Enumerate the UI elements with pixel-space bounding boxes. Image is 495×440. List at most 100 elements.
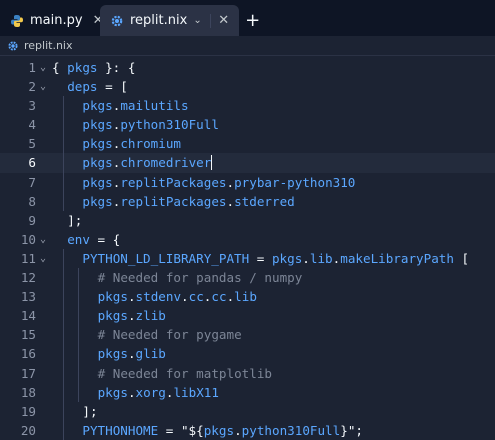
code-text: pkgs.zlib [98,306,166,325]
line-number: 9 [28,212,36,228]
line-number: 6 [28,155,36,171]
code-text: pkgs.xorg.libX11 [98,383,219,402]
close-icon[interactable]: ✕ [217,13,231,28]
token-attr: stderred [234,193,295,209]
code-text: pkgs.glib [98,344,166,363]
fold-chevron-icon[interactable]: ⌄ [38,77,48,96]
code-line[interactable]: 7 pkgs.replitPackages.prybar-python310 [0,172,495,192]
code-line[interactable]: 18 pkgs.xorg.libX11 [0,382,495,402]
indent-guide [62,96,64,116]
line-number: 14 [20,308,36,324]
code-text: PYTHON_LD_LIBRARY_PATH = pkgs.lib.makeLi… [82,249,469,268]
indent-guide [62,287,64,307]
token-punc: . [127,384,136,400]
indent-guide [77,306,79,326]
fold-chevron-icon[interactable]: ⌄ [38,58,48,77]
token-punc: . [234,422,242,438]
indent-guide [62,325,64,345]
chevron-down-icon[interactable]: ⌄ [193,15,201,26]
code-line[interactable]: 9]; [0,211,495,230]
indent-guide [62,344,64,364]
token-attr: zlib [135,308,166,324]
token-comment: # Needed for matplotlib [97,365,272,381]
indent-guide [62,420,64,440]
token-punc: . [181,289,189,305]
line-number: 7 [28,174,36,190]
token-var: pkgs [82,136,113,152]
code-line[interactable]: 17 # Needed for matplotlib [0,363,495,383]
code-line[interactable]: 13 pkgs.stdenv.cc.cc.lib [0,287,495,307]
token-var: PYTHONHOME [82,422,159,438]
token-var: pkgs [203,422,235,438]
code-line[interactable]: 19]; [0,401,495,421]
fold-chevron-icon[interactable]: ⌄ [38,249,48,268]
code-text: deps = [ [67,77,128,96]
token-comment: # Needed for pygame [97,327,242,343]
code-line[interactable]: 14 pkgs.zlib [0,306,495,326]
code-text: # Needed for matplotlib [98,364,272,383]
indent-guide [77,325,79,345]
token-punc: = [ [97,79,128,95]
code-line[interactable]: 1 ⌄{ pkgs }: { [0,58,495,77]
breadcrumb-file[interactable]: replit.nix [24,39,73,52]
code-line[interactable]: 4 pkgs.python310Full [0,115,495,135]
line-number: 3 [28,98,36,114]
token-punc: }"; [340,422,363,438]
token-attr: chromium [120,136,181,152]
nix-gear-icon [110,14,124,28]
tab-divider [209,13,211,28]
fold-chevron-icon[interactable]: ⌄ [38,230,48,249]
code-text: # Needed for pygame [98,325,242,344]
new-tab-button[interactable]: + [239,5,267,36]
indent-guide [62,306,64,326]
code-line[interactable]: 6 pkgs.chromedriver [0,153,495,173]
token-attr: replitPackages [120,193,227,209]
tab-main-py[interactable]: main.py ✕ [0,5,103,36]
indent-guide [62,363,64,383]
line-number: 17 [20,365,36,381]
code-line[interactable]: 3 pkgs.mailutils [0,96,495,116]
code-line[interactable]: 2 ⌄ deps = [ [0,77,495,96]
line-number: 4 [28,117,36,133]
token-var: pkgs [82,117,113,133]
token-attr: lib [309,250,333,266]
token-var: pkgs [67,60,98,75]
code-line[interactable]: 8 pkgs.replitPackages.stderred [0,191,495,211]
token-attr: libX11 [173,384,219,400]
line-number: 11 [20,250,36,266]
code-line[interactable]: 10 ⌄ env = { [0,230,495,249]
indent-guide [62,115,64,135]
token-attr: lib [234,289,257,305]
token-punc: ]; [67,212,83,228]
tab-label: main.py [30,13,83,28]
tab-bar: main.py ✕ replit.nix ⌄ ✕ + [0,0,495,36]
code-text: { pkgs }: { [52,58,135,77]
token-attr: python310Full [241,422,341,438]
code-line[interactable]: 20 PYTHONHOME = "${pkgs.python310Full}"; [0,420,495,440]
indent-guide [77,268,79,288]
token-var: pkgs [97,289,128,305]
token-punc: = "${ [158,422,204,438]
line-number: 12 [20,270,36,286]
code-line[interactable]: 12 # Needed for pandas / numpy [0,268,495,288]
code-editor[interactable]: 1 ⌄{ pkgs }: {2 ⌄ deps = [3 pkgs.mailutils 4 p… [0,58,495,440]
token-punc: . [302,250,310,266]
code-text: pkgs.replitPackages.prybar-python310 [82,173,355,192]
code-line[interactable]: 11 ⌄ PYTHON_LD_LIBRARY_PATH = pkgs.lib.mak… [0,248,495,269]
code-line[interactable]: 16 pkgs.glib [0,344,495,364]
tab-replit-nix[interactable]: replit.nix ⌄ ✕ [100,5,239,36]
indent-guide [62,382,64,402]
token-var: pkgs [82,98,113,114]
token-punc: { [52,60,68,75]
tab-label: replit.nix [130,13,188,28]
token-var: pkgs [82,193,113,209]
token-var: pkgs [82,155,113,171]
token-attr: mailutils [120,98,189,114]
token-punc: = [249,250,272,266]
token-attr: xorg [135,384,166,400]
token-attr: python310Full [120,117,219,133]
code-line[interactable]: 15 # Needed for pygame [0,325,495,345]
code-line[interactable]: 5 pkgs.chromium [0,134,495,154]
token-var: pkgs [82,174,113,190]
line-number: 19 [20,403,36,419]
